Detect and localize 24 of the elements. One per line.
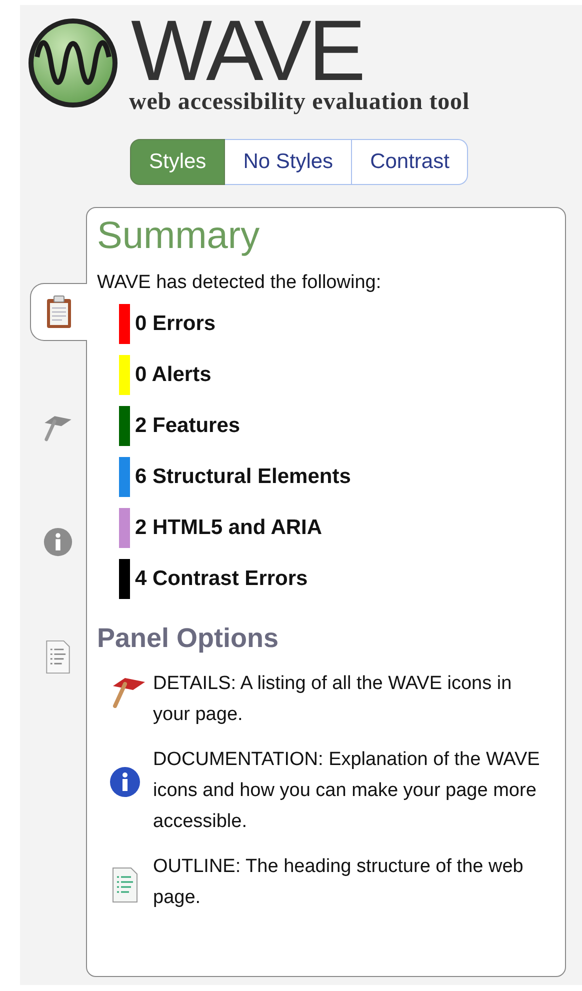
option-description: DOCUMENTATION: Explanation of the WAVE icons and how you can make your page more accessible. <box>153 748 541 834</box>
document-icon <box>111 867 139 903</box>
summary-item: 0 Errors <box>135 312 216 336</box>
section-heading: Panel Options <box>97 623 280 654</box>
info-icon <box>109 766 141 798</box>
clipboard-icon <box>44 295 74 329</box>
panel-heading: Summary <box>97 214 261 258</box>
wave-logo-icon <box>27 17 119 109</box>
view-toggle-button[interactable]: No Styles <box>225 139 352 185</box>
summary-item: 2 HTML5 and ARIA <box>135 516 322 540</box>
view-toggle-button[interactable]: Contrast <box>352 139 468 185</box>
summary-item: 2 Features <box>135 414 240 438</box>
summary-item: 0 Alerts <box>135 363 212 387</box>
intro-text: WAVE has detected the following: <box>97 272 382 294</box>
document-icon[interactable] <box>43 640 73 674</box>
summary-item: 6 Structural Elements <box>135 465 351 489</box>
logo-title: WAVE <box>131 13 363 89</box>
option-description: OUTLINE: The heading structure of the web page. <box>153 855 524 910</box>
info-icon[interactable] <box>43 525 73 559</box>
view-toggle-button[interactable]: Styles <box>130 139 226 185</box>
option-description: DETAILS: A listing of all the WAVE icons in your page. <box>153 672 513 727</box>
side-tab[interactable] <box>30 283 87 341</box>
logo-subtitle: web accessibility evaluation tool <box>129 89 470 115</box>
summary-item: 4 Contrast Errors <box>135 567 308 591</box>
